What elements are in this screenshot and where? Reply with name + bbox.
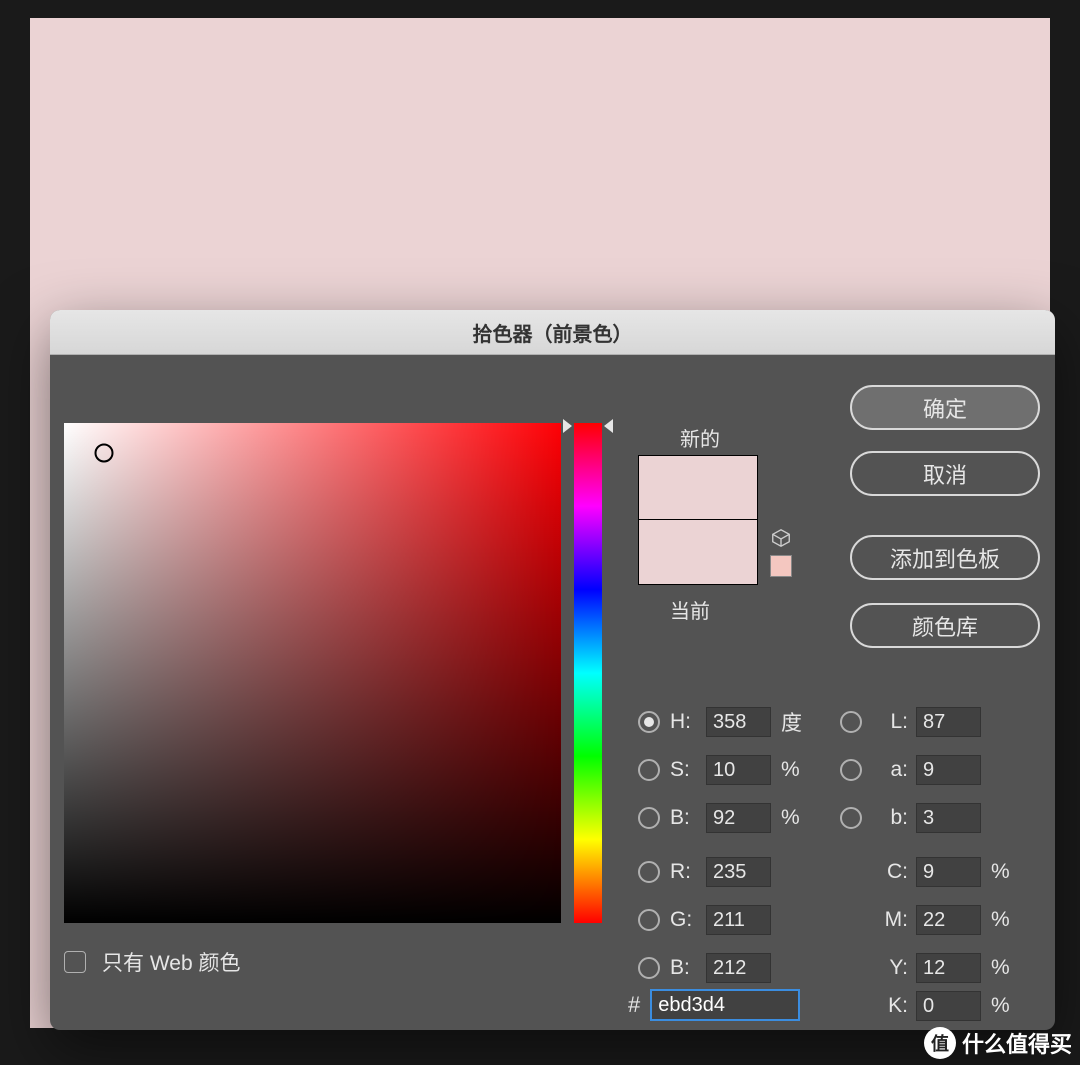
radio-b[interactable] bbox=[638, 957, 660, 979]
ok-label: 确定 bbox=[923, 392, 967, 424]
swatch-new-color[interactable] bbox=[638, 455, 758, 520]
label-k: K: bbox=[872, 994, 908, 1018]
hue-thumb-right[interactable] bbox=[604, 419, 613, 433]
row-r: R: bbox=[638, 855, 771, 889]
hue-thumb-left[interactable] bbox=[563, 419, 572, 433]
label-c: C: bbox=[872, 860, 908, 884]
add-to-swatches-button[interactable]: 添加到色板 bbox=[850, 535, 1040, 580]
radio-r[interactable] bbox=[638, 861, 660, 883]
input-sat[interactable] bbox=[706, 755, 771, 785]
unit-hue: 度 bbox=[781, 707, 802, 737]
row-bri: B: % bbox=[638, 801, 800, 835]
unit-y: % bbox=[991, 956, 1010, 980]
row-a: a: bbox=[840, 753, 981, 787]
unit-bri: % bbox=[781, 806, 800, 830]
input-bri[interactable] bbox=[706, 803, 771, 833]
watermark-badge: 值 bbox=[924, 1027, 956, 1059]
row-m: M: % bbox=[840, 903, 1010, 937]
label-m: M: bbox=[872, 908, 908, 932]
label-bri: B: bbox=[670, 806, 706, 830]
label-b: B: bbox=[670, 956, 706, 980]
label-lab-b: b: bbox=[872, 806, 908, 830]
unit-m: % bbox=[991, 908, 1010, 932]
input-c[interactable] bbox=[916, 857, 981, 887]
title-text: 拾色器（前景色） bbox=[473, 318, 633, 347]
row-g: G: bbox=[638, 903, 771, 937]
web-only-label: 只有 Web 颜色 bbox=[102, 947, 240, 977]
cancel-label: 取消 bbox=[923, 458, 967, 490]
input-r[interactable] bbox=[706, 857, 771, 887]
radio-sat[interactable] bbox=[638, 759, 660, 781]
input-hex[interactable] bbox=[650, 989, 800, 1021]
label-new: 新的 bbox=[680, 423, 720, 452]
label-g: G: bbox=[670, 908, 706, 932]
unit-c: % bbox=[991, 860, 1010, 884]
row-c: C: % bbox=[840, 855, 1010, 889]
web-only-checkbox[interactable] bbox=[64, 951, 86, 973]
dialog-body: 新的 当前 确定 取消 添加到色板 颜色库 H: 度 S: bbox=[50, 355, 1055, 1030]
dialog-title: 拾色器（前景色） bbox=[50, 310, 1055, 355]
row-k: K: % bbox=[840, 989, 1010, 1023]
input-a[interactable] bbox=[916, 755, 981, 785]
swatch-current-color[interactable] bbox=[638, 520, 758, 585]
radio-lab-b[interactable] bbox=[840, 807, 862, 829]
unit-k: % bbox=[991, 994, 1010, 1018]
radio-L[interactable] bbox=[840, 711, 862, 733]
saturation-value-field[interactable] bbox=[64, 423, 561, 923]
input-m[interactable] bbox=[916, 905, 981, 935]
input-L[interactable] bbox=[916, 707, 981, 737]
input-hue[interactable] bbox=[706, 707, 771, 737]
input-b[interactable] bbox=[706, 953, 771, 983]
input-k[interactable] bbox=[916, 991, 981, 1021]
row-b: B: bbox=[638, 951, 771, 985]
gamut-warning-icon[interactable] bbox=[770, 527, 792, 549]
label-a: a: bbox=[872, 758, 908, 782]
add-label: 添加到色板 bbox=[890, 542, 1000, 574]
ok-button[interactable]: 确定 bbox=[850, 385, 1040, 430]
websafe-color-swatch[interactable] bbox=[770, 555, 792, 577]
row-y: Y: % bbox=[840, 951, 1010, 985]
lib-label: 颜色库 bbox=[912, 610, 978, 642]
input-lab-b[interactable] bbox=[916, 803, 981, 833]
input-g[interactable] bbox=[706, 905, 771, 935]
color-libraries-button[interactable]: 颜色库 bbox=[850, 603, 1040, 648]
row-sat: S: % bbox=[638, 753, 800, 787]
label-L: L: bbox=[872, 710, 908, 734]
hex-label: # bbox=[628, 992, 640, 1018]
cancel-button[interactable]: 取消 bbox=[850, 451, 1040, 496]
radio-g[interactable] bbox=[638, 909, 660, 931]
input-y[interactable] bbox=[916, 953, 981, 983]
web-only-row: 只有 Web 颜色 bbox=[64, 947, 240, 977]
label-r: R: bbox=[670, 860, 706, 884]
label-sat: S: bbox=[670, 758, 706, 782]
row-hue: H: 度 bbox=[638, 705, 802, 739]
row-hex: # bbox=[628, 989, 800, 1021]
hue-slider[interactable] bbox=[574, 423, 602, 923]
watermark-text: 什么值得买 bbox=[962, 1027, 1072, 1059]
color-picker-dialog: 拾色器（前景色） 新的 当前 确定 取消 添加到色板 颜色库 bbox=[50, 310, 1055, 1030]
radio-hue[interactable] bbox=[638, 711, 660, 733]
row-lab-b: b: bbox=[840, 801, 981, 835]
row-L: L: bbox=[840, 705, 981, 739]
radio-bri[interactable] bbox=[638, 807, 660, 829]
label-y: Y: bbox=[872, 956, 908, 980]
watermark: 值 什么值得买 bbox=[924, 1027, 1072, 1059]
color-marker[interactable] bbox=[95, 444, 114, 463]
unit-sat: % bbox=[781, 758, 800, 782]
label-hue: H: bbox=[670, 710, 706, 734]
label-current: 当前 bbox=[670, 595, 710, 624]
radio-a[interactable] bbox=[840, 759, 862, 781]
